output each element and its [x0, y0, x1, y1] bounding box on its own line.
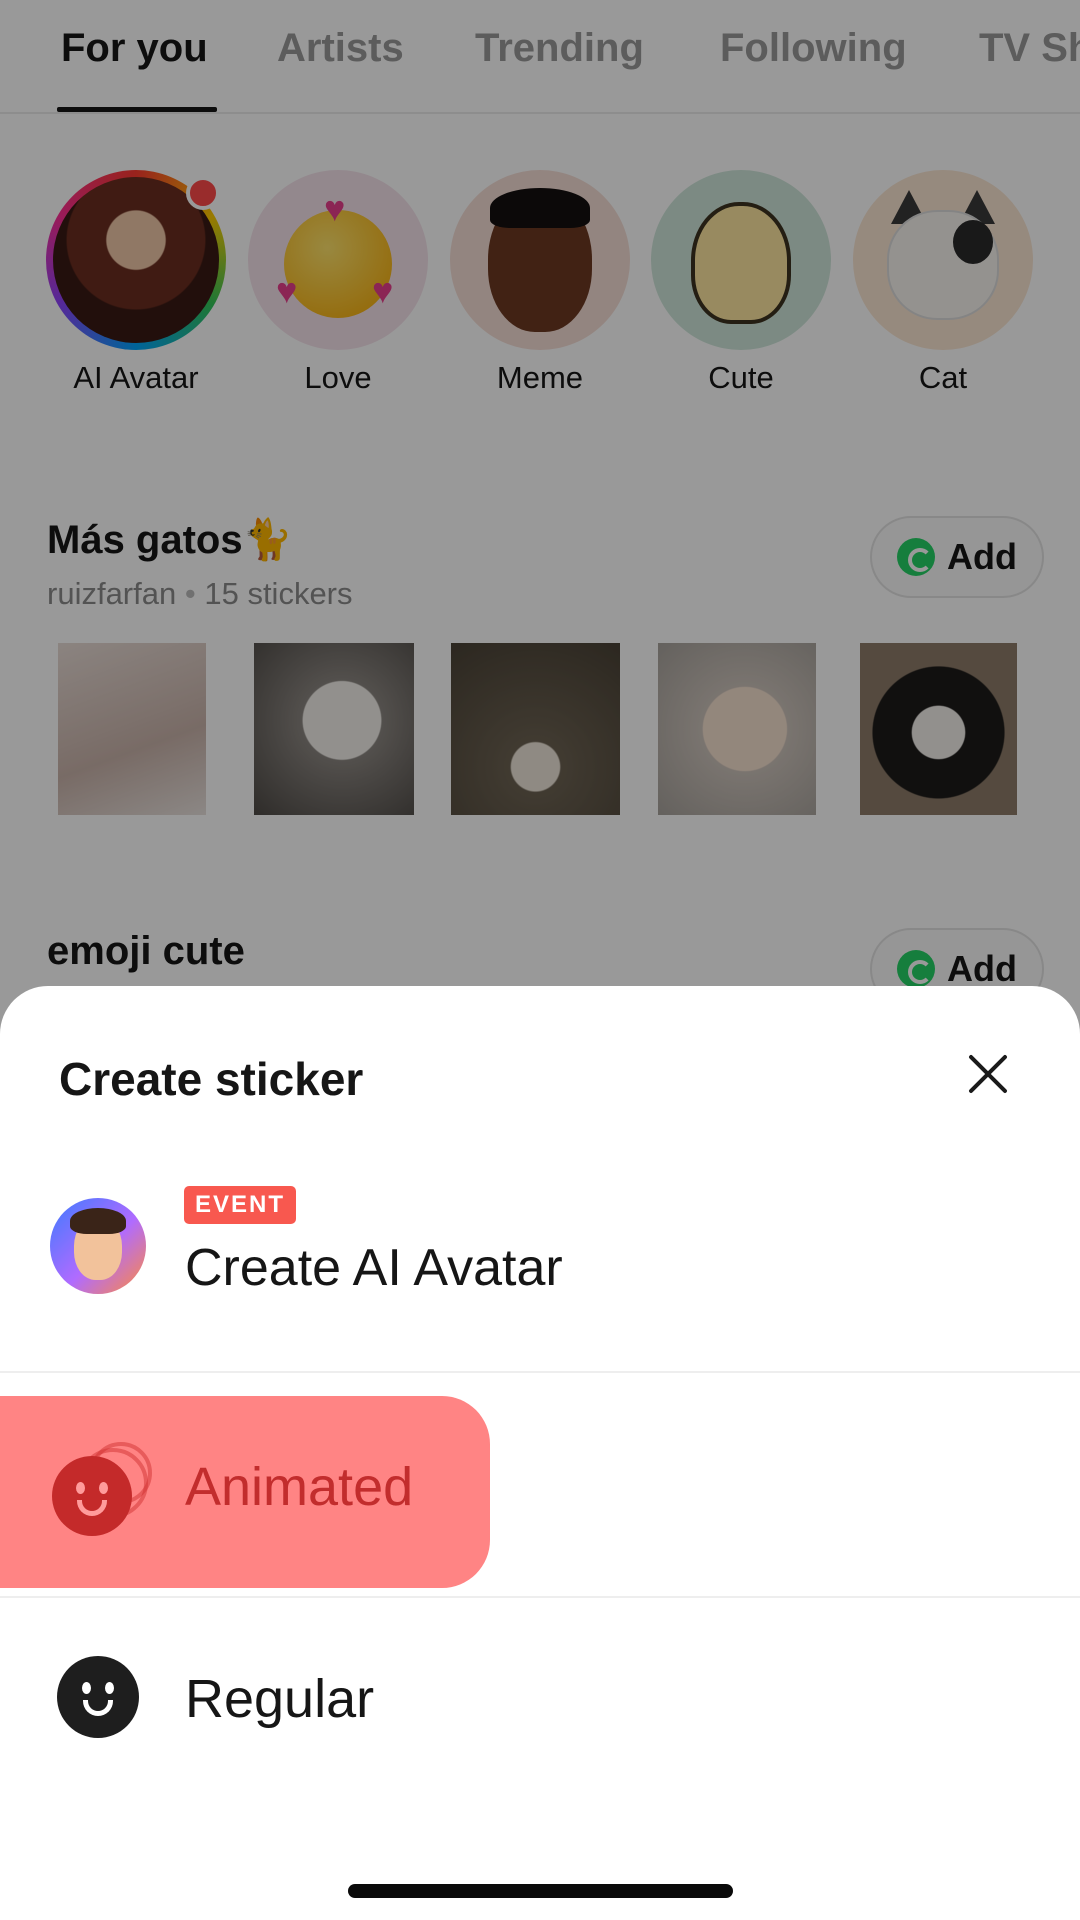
animated-option[interactable]: Animated	[0, 1396, 490, 1588]
divider	[0, 1371, 1080, 1373]
animated-label: Animated	[185, 1457, 414, 1517]
sheet-title: Create sticker	[59, 1053, 364, 1105]
ai-avatar-icon	[50, 1198, 146, 1294]
screen: For you Artists Trending Following TV Sh…	[0, 0, 1080, 1920]
regular-option[interactable]: Regular	[0, 1646, 1080, 1766]
create-ai-avatar-option[interactable]: EVENT Create AI Avatar	[0, 1186, 1080, 1358]
divider	[0, 1596, 1080, 1598]
smiley-icon	[57, 1656, 139, 1738]
close-button[interactable]	[952, 1038, 1024, 1110]
create-ai-avatar-label: Create AI Avatar	[185, 1239, 563, 1297]
event-badge: EVENT	[184, 1186, 297, 1224]
close-icon	[966, 1052, 1010, 1096]
animated-sticker-icon	[52, 1442, 156, 1542]
regular-label: Regular	[185, 1669, 375, 1729]
home-indicator[interactable]	[348, 1884, 733, 1898]
create-sticker-sheet: Create sticker EVENT Create AI Avatar An…	[0, 986, 1080, 1920]
